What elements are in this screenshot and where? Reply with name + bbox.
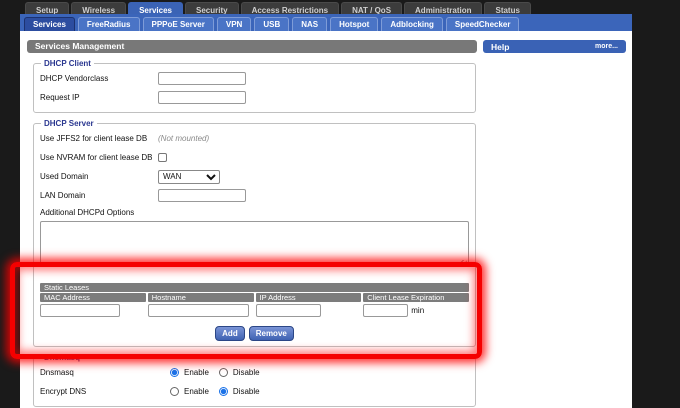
static-leases-input-row: min (40, 304, 469, 317)
subtab-usb[interactable]: USB (254, 17, 289, 31)
help-column: Help more... (482, 31, 632, 408)
subtab-adblocking[interactable]: Adblocking (381, 17, 443, 31)
lease-buttons-row: Add Remove (40, 326, 469, 341)
dhcp-server-fieldset: DHCP Server Use JFFS2 for client lease D… (33, 119, 476, 347)
dhcp-client-fieldset: DHCP Client DHCP Vendorclass Request IP (33, 59, 476, 113)
lan-domain-row: LAN Domain (40, 186, 469, 205)
subtab-hotspot[interactable]: Hotspot (330, 17, 378, 31)
subtab-nas[interactable]: NAS (292, 17, 327, 31)
additional-options-textarea[interactable] (40, 221, 469, 265)
used-domain-row: Used Domain WAN (40, 167, 469, 186)
dnsmasq-fieldset: Dnsmasq Dnsmasq Enable Disable Encrypt D… (33, 353, 476, 407)
encrypt-dns-enable-radio[interactable] (170, 387, 179, 396)
dnsmasq-radio-group: Enable Disable (170, 368, 260, 377)
dnsmasq-label: Dnsmasq (40, 368, 170, 377)
request-ip-input[interactable] (158, 91, 246, 104)
request-ip-label: Request IP (40, 93, 158, 102)
dhcp-vendorclass-label: DHCP Vendorclass (40, 74, 158, 83)
encrypt-dns-enable-label: Enable (184, 387, 209, 396)
subtab-freeradius[interactable]: FreeRadius (78, 17, 140, 31)
content-area: Services Management DHCP Client DHCP Ven… (20, 31, 632, 408)
jffs2-label: Use JFFS2 for client lease DB (40, 134, 158, 143)
dnsmasq-disable-label: Disable (233, 368, 260, 377)
page-title: Services Management (27, 40, 477, 53)
static-leases-table: Static Leases MAC Address Hostname IP Ad… (40, 283, 469, 317)
services-sub-tabs: Services FreeRadius PPPoE Server VPN USB… (20, 14, 632, 31)
hostname-input[interactable] (148, 304, 249, 317)
static-leases-title: Static Leases (40, 283, 469, 292)
dnsmasq-disable-radio[interactable] (219, 368, 228, 377)
help-title: Help (491, 42, 509, 52)
dhcp-vendorclass-input[interactable] (158, 72, 246, 85)
help-header: Help more... (483, 40, 626, 53)
subtab-services[interactable]: Services (24, 17, 75, 31)
request-ip-row: Request IP (40, 88, 469, 107)
expiration-cell: min (363, 304, 469, 317)
mac-address-input[interactable] (40, 304, 120, 317)
help-more-link[interactable]: more... (595, 43, 618, 50)
lan-domain-label: LAN Domain (40, 191, 158, 200)
col-header-ip: IP Address (256, 293, 362, 302)
col-header-mac: MAC Address (40, 293, 146, 302)
used-domain-label: Used Domain (40, 172, 158, 181)
dnsmasq-enable-radio[interactable] (170, 368, 179, 377)
encrypt-dns-label: Encrypt DNS (40, 387, 170, 396)
mac-cell (40, 304, 146, 317)
main-column: Services Management DHCP Client DHCP Ven… (20, 31, 482, 408)
encrypt-dns-disable-radio[interactable] (219, 387, 228, 396)
subtab-pppoe-server[interactable]: PPPoE Server (143, 17, 214, 31)
remove-button[interactable]: Remove (249, 326, 294, 341)
col-header-expiration: Client Lease Expiration (363, 293, 469, 302)
encrypt-dns-radio-group: Enable Disable (170, 387, 260, 396)
dhcp-server-legend: DHCP Server (41, 119, 97, 128)
col-header-hostname: Hostname (148, 293, 254, 302)
lease-expiration-input[interactable] (363, 304, 408, 317)
ip-cell (256, 304, 362, 317)
additional-options-label: Additional DHCPd Options (40, 208, 469, 220)
subtab-vpn[interactable]: VPN (217, 17, 251, 31)
hostname-cell (148, 304, 254, 317)
nvram-row: Use NVRAM for client lease DB (40, 148, 469, 167)
nvram-checkbox[interactable] (158, 153, 167, 162)
dnsmasq-legend: Dnsmasq (41, 353, 83, 362)
subtab-speedchecker[interactable]: SpeedChecker (446, 17, 520, 31)
static-leases-header-row: MAC Address Hostname IP Address Client L… (40, 293, 469, 302)
ip-address-input[interactable] (256, 304, 321, 317)
min-unit-label: min (411, 306, 424, 315)
dnsmasq-row: Dnsmasq Enable Disable (40, 363, 469, 382)
jffs2-row: Use JFFS2 for client lease DB (Not mount… (40, 129, 469, 148)
used-domain-select[interactable]: WAN (158, 170, 220, 184)
dhcp-vendorclass-row: DHCP Vendorclass (40, 69, 469, 88)
lan-domain-input[interactable] (158, 189, 246, 202)
router-admin-page: Setup Wireless Services Security Access … (0, 0, 680, 408)
nvram-label: Use NVRAM for client lease DB (40, 153, 158, 162)
add-button[interactable]: Add (215, 326, 245, 341)
encrypt-dns-row: Encrypt DNS Enable Disable (40, 382, 469, 401)
dhcp-client-legend: DHCP Client (41, 59, 94, 68)
dnsmasq-enable-label: Enable (184, 368, 209, 377)
jffs2-status: (Not mounted) (158, 134, 209, 143)
encrypt-dns-disable-label: Disable (233, 387, 260, 396)
